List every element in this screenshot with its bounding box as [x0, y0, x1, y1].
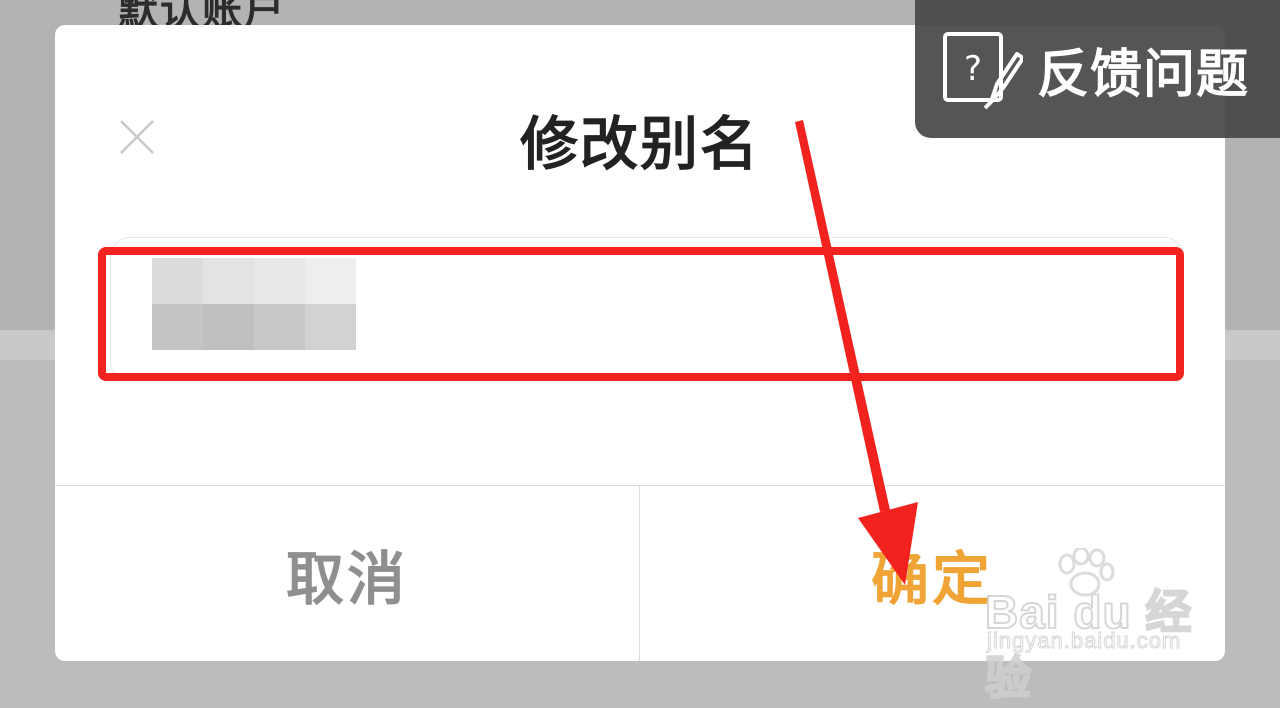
feedback-edit-icon: ? [943, 32, 1023, 110]
feedback-label: 反馈问题 [1037, 44, 1250, 105]
baidu-jingyan-watermark: Bai du 经验 jingyan.baidu.com [984, 548, 1225, 705]
cancel-button[interactable]: 取消 [55, 486, 639, 661]
svg-text:?: ? [964, 49, 982, 89]
feedback-button[interactable]: ? 反馈问题 [915, 0, 1280, 138]
watermark-url: jingyan.baidu.com [986, 628, 1182, 654]
input-highlight-annotation [98, 247, 1184, 381]
